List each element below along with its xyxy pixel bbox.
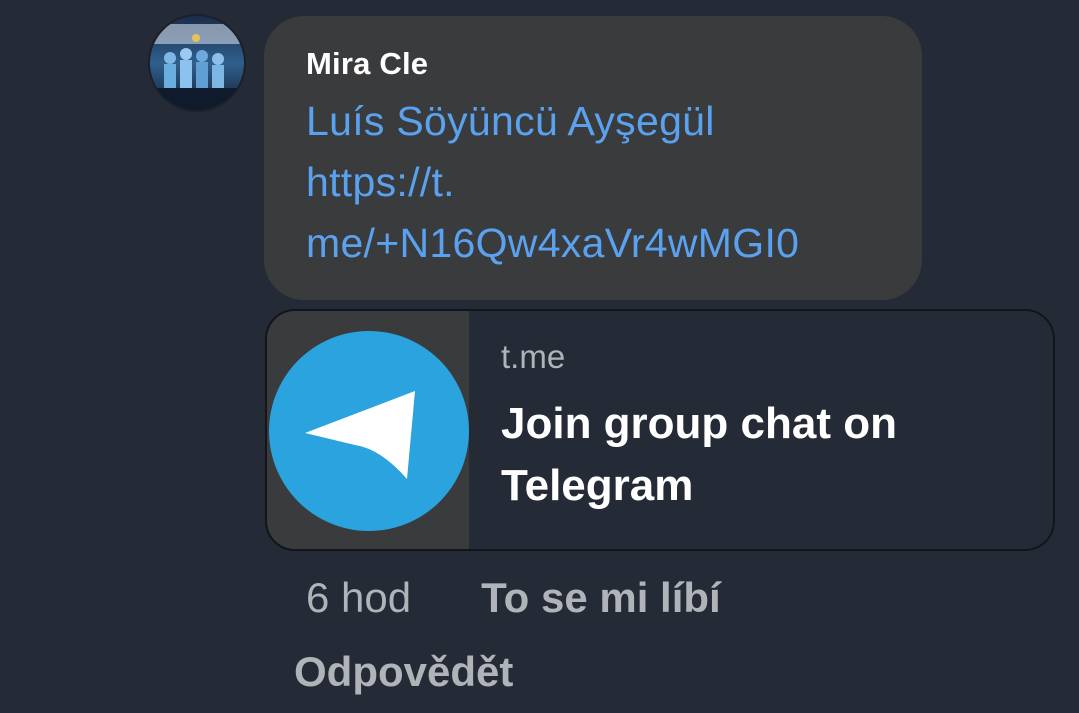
comment-link-line-1[interactable]: https://t. bbox=[306, 152, 882, 213]
comment-timestamp[interactable]: 6 hod bbox=[306, 572, 411, 624]
avatar-image bbox=[150, 16, 244, 110]
telegram-logo-icon bbox=[269, 331, 469, 531]
link-preview-card[interactable]: t.me Join group chat on Telegram bbox=[265, 309, 1055, 551]
link-preview-thumbnail[interactable] bbox=[267, 311, 469, 549]
comment-bubble: Mira Cle Luís Söyüncü Ayşegül https://t.… bbox=[264, 16, 922, 300]
reply-button[interactable]: Odpovědět bbox=[294, 646, 513, 698]
comment-meta-row: 6 hod To se mi líbí bbox=[306, 572, 721, 624]
comment-author-name[interactable]: Mira Cle bbox=[306, 46, 882, 82]
avatar[interactable] bbox=[150, 16, 244, 110]
like-button[interactable]: To se mi líbí bbox=[481, 572, 721, 624]
comment-text-line-1[interactable]: Luís Söyüncü Ayşegül bbox=[306, 91, 882, 152]
comment-link-line-2[interactable]: me/+N16Qw4xaVr4wMGI0 bbox=[306, 213, 882, 274]
link-preview-domain: t.me bbox=[501, 338, 566, 375]
link-preview-title[interactable]: Join group chat on Telegram bbox=[501, 393, 1021, 517]
